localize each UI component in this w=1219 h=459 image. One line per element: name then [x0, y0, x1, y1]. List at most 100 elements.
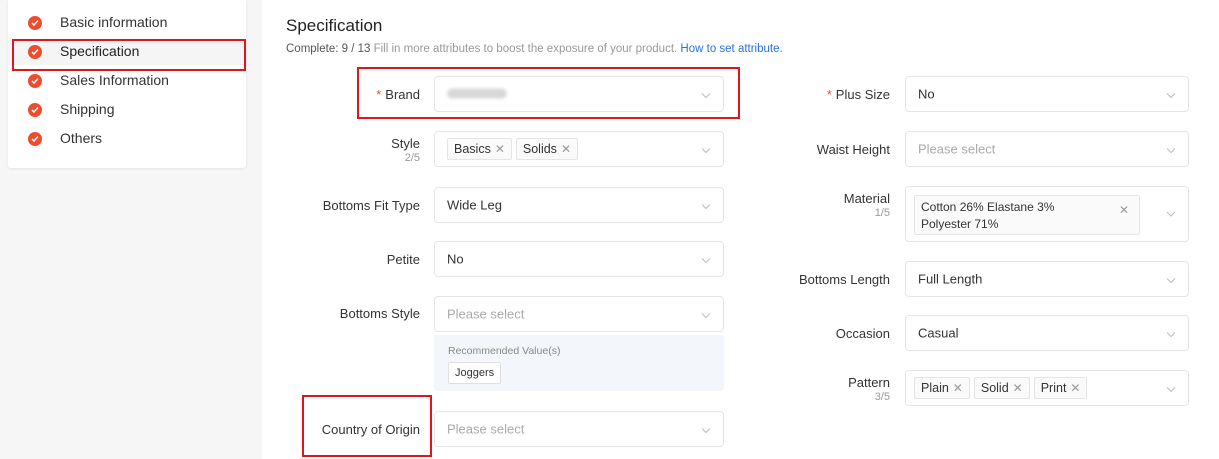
sidebar-item-label: Shipping — [60, 101, 115, 117]
check-icon — [28, 103, 42, 117]
petite-label: Petite — [386, 252, 420, 267]
chevron-down-icon — [701, 307, 711, 322]
style-label: Style 2/5 — [322, 136, 420, 164]
recommended-tag-joggers[interactable]: Joggers — [448, 362, 502, 384]
remove-tag-icon[interactable]: ✕ — [561, 142, 571, 156]
bottoms-fit-value: Wide Leg — [447, 197, 502, 213]
section-nav: Basic information Specification Sales In… — [8, 0, 246, 168]
waist-height-label: Waist Height — [816, 142, 890, 157]
chevron-down-icon — [701, 422, 711, 437]
blurred-brand — [447, 88, 507, 99]
check-icon — [28, 16, 42, 30]
sidebar-item-label: Sales Information — [60, 72, 169, 88]
bottoms-style-placeholder: Please select — [447, 306, 525, 322]
chevron-down-icon — [1166, 142, 1176, 157]
bottoms-length-select[interactable]: Full Length — [905, 261, 1189, 297]
brand-select[interactable] — [434, 76, 724, 112]
plus-size-label: * Plus Size — [782, 87, 890, 102]
pattern-label: Pattern 3/5 — [782, 375, 890, 403]
country-label: Country of Origin — [321, 422, 420, 437]
brand-value — [447, 87, 507, 102]
pattern-select[interactable]: Plain ✕ Solid ✕ Print ✕ — [905, 370, 1189, 406]
recommended-title: Recommended Value(s) — [448, 345, 561, 357]
remove-tag-icon[interactable]: ✕ — [1070, 381, 1080, 395]
style-count: 2/5 — [404, 152, 420, 164]
tag-label: Print — [1040, 381, 1067, 395]
remove-tag-icon[interactable]: ✕ — [1013, 381, 1023, 395]
remove-tag-icon[interactable]: ✕ — [1119, 202, 1129, 219]
tag-label: Plain — [921, 381, 949, 395]
pattern-tags: Plain ✕ Solid ✕ Print ✕ — [914, 377, 1091, 399]
material-label: Material 1/5 — [782, 191, 890, 219]
check-icon — [28, 45, 42, 59]
completion-hint: Complete: 9 / 13 Fill in more attributes… — [286, 43, 783, 55]
waist-height-select[interactable]: Please select — [905, 131, 1189, 167]
chevron-down-icon — [701, 252, 711, 267]
sidebar-item-sales-information[interactable]: Sales Information — [8, 68, 246, 94]
remove-tag-icon[interactable]: ✕ — [495, 142, 505, 156]
chevron-down-icon — [1166, 205, 1176, 220]
page-title: Specification — [286, 16, 383, 35]
check-icon — [28, 74, 42, 88]
tag-label: Solids — [522, 142, 557, 156]
sidebar-item-shipping[interactable]: Shipping — [8, 97, 246, 123]
chevron-down-icon — [701, 142, 711, 157]
chevron-down-icon — [1166, 272, 1176, 287]
country-select[interactable]: Please select — [434, 411, 724, 447]
sidebar-item-label: Specification — [60, 43, 140, 59]
petite-select[interactable]: No — [434, 241, 724, 277]
bottoms-fit-label: Bottoms Fit Type — [322, 198, 420, 213]
sidebar-item-others[interactable]: Others — [8, 126, 246, 152]
country-placeholder: Please select — [447, 421, 525, 437]
required-mark: * — [826, 87, 832, 102]
tag-solid: Solid ✕ — [973, 377, 1030, 399]
required-mark: * — [376, 87, 382, 102]
tag-label: Basics — [454, 142, 491, 156]
tag-plain: Plain ✕ — [914, 377, 970, 399]
material-count: 1/5 — [874, 207, 890, 219]
sidebar-item-basic-information[interactable]: Basic information — [8, 10, 246, 36]
style-tags: Basics ✕ Solids ✕ — [447, 138, 582, 160]
remove-tag-icon[interactable]: ✕ — [953, 381, 963, 395]
chevron-down-icon — [1166, 326, 1176, 341]
tag-print: Print ✕ — [1033, 377, 1088, 399]
material-line-1: Cotton 26% Elastane 3% — [921, 200, 1055, 214]
tag-solids: Solids ✕ — [515, 138, 578, 160]
occasion-value: Casual — [918, 325, 959, 341]
chevron-down-icon — [701, 198, 711, 213]
brand-label: * Brand — [322, 87, 420, 102]
sidebar-item-label: Basic information — [60, 14, 168, 30]
bottoms-style-select[interactable]: Please select — [434, 296, 724, 332]
plus-size-value: No — [918, 86, 935, 102]
recommended-values-box: Recommended Value(s) Joggers — [434, 335, 724, 391]
chevron-down-icon — [1166, 381, 1176, 396]
chevron-down-icon — [701, 87, 711, 102]
completion-count: Complete: 9 / 13 — [286, 43, 371, 55]
plus-size-select[interactable]: No — [905, 76, 1189, 112]
material-line-2: Polyester 71% — [921, 217, 999, 231]
bottoms-style-label: Bottoms Style — [339, 306, 420, 321]
material-select[interactable]: Cotton 26% Elastane 3% Polyester 71% ✕ — [905, 186, 1189, 242]
bottoms-length-value: Full Length — [918, 271, 983, 287]
plus-size-label-text: Plus Size — [835, 87, 890, 102]
tag-label: Solid — [980, 381, 1009, 395]
sidebar-item-specification[interactable]: Specification — [8, 39, 246, 65]
style-label-text: Style — [391, 136, 420, 151]
check-icon — [28, 132, 42, 146]
hint-text: Fill in more attributes to boost the exp… — [370, 43, 681, 55]
petite-value: No — [447, 251, 464, 267]
how-to-link[interactable]: How to set attribute. — [680, 43, 782, 55]
waist-height-placeholder: Please select — [918, 141, 996, 157]
occasion-label: Occasion — [835, 326, 890, 341]
pattern-count: 3/5 — [874, 391, 890, 403]
pattern-label-text: Pattern — [848, 375, 890, 390]
bottoms-fit-select[interactable]: Wide Leg — [434, 187, 724, 223]
material-label-text: Material — [843, 191, 890, 206]
occasion-select[interactable]: Casual — [905, 315, 1189, 351]
style-select[interactable]: Basics ✕ Solids ✕ — [434, 131, 724, 167]
tag-basics: Basics ✕ — [447, 138, 512, 160]
brand-label-text: Brand — [385, 87, 420, 102]
material-tag: Cotton 26% Elastane 3% Polyester 71% ✕ — [914, 195, 1140, 235]
chevron-down-icon — [1166, 87, 1176, 102]
sidebar-item-label: Others — [60, 130, 103, 146]
